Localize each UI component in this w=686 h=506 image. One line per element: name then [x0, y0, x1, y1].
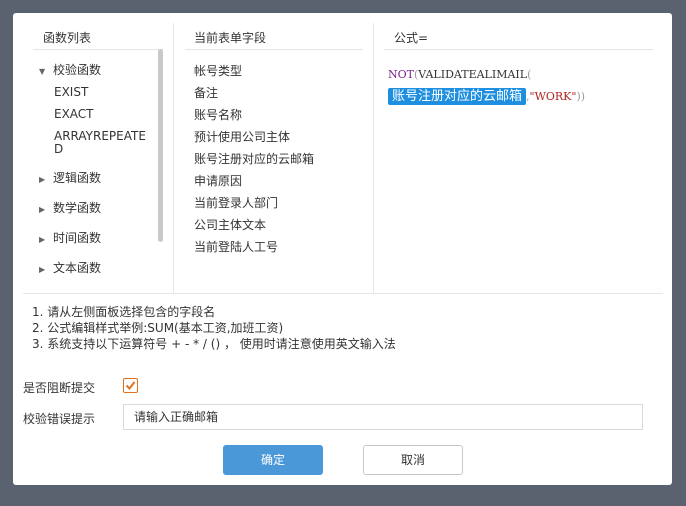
- tree-item-exist[interactable]: EXIST: [54, 86, 88, 99]
- tree-group-label: 时间函数: [53, 231, 102, 245]
- panels-bottom-divider: [23, 293, 663, 294]
- panel-divider-1: [173, 23, 174, 293]
- hint-line-1: 1. 请从左侧面板选择包含的字段名: [32, 305, 216, 319]
- function-tree-scrollbar[interactable]: [158, 49, 163, 242]
- block-submit-checkbox[interactable]: [123, 378, 138, 393]
- error-hint-label: 校验错误提示: [23, 412, 96, 426]
- formula-header-divider: [384, 49, 653, 50]
- formula-field-tag[interactable]: 账号注册对应的云邮箱: [388, 88, 527, 105]
- field-item[interactable]: 预计使用公司主体: [194, 130, 290, 144]
- hint-line-2: 2. 公式编辑样式举例:SUM(基本工资,加班工资): [32, 321, 284, 335]
- tree-group-validation[interactable]: ▼ 校验函数: [39, 61, 101, 79]
- field-item[interactable]: 账号名称: [194, 108, 242, 122]
- formula-function-name: VALIDATEALIMAIL: [418, 68, 528, 81]
- functions-header-divider: [33, 49, 163, 50]
- field-item[interactable]: 备注: [194, 86, 218, 100]
- tree-group-logic[interactable]: ▶ 逻辑函数: [39, 169, 101, 187]
- caret-right-icon: ▶: [39, 205, 46, 214]
- cancel-button[interactable]: 取消: [363, 445, 463, 475]
- tree-item-label-line1: ARRAYREPEATE: [54, 129, 146, 143]
- tree-item-exact[interactable]: EXACT: [54, 108, 94, 121]
- tree-item-label-line2: D: [54, 142, 64, 156]
- checkmark-icon: [125, 381, 136, 391]
- tree-group-label: 逻辑函数: [53, 171, 102, 185]
- formula-paren: )): [576, 90, 586, 103]
- field-item[interactable]: 公司主体文本: [194, 218, 266, 232]
- confirm-button[interactable]: 确定: [223, 445, 323, 475]
- formula-dialog: 函数列表 当前表单字段 公式= ▼ 校验函数 EXIST EXACT ARRAYR…: [13, 13, 672, 485]
- error-hint-input[interactable]: 请输入正确邮箱: [123, 404, 643, 430]
- caret-right-icon: ▶: [39, 265, 46, 274]
- tree-group-text[interactable]: ▶ 文本函数: [39, 259, 101, 277]
- tree-group-label: 文本函数: [53, 261, 102, 275]
- caret-down-icon: ▼: [39, 67, 46, 76]
- tree-group-math[interactable]: ▶ 数学函数: [39, 199, 101, 217]
- block-submit-label: 是否阻断提交: [23, 381, 96, 395]
- formula-paren: (: [527, 68, 532, 81]
- formula-panel-title: 公式=: [394, 31, 429, 45]
- fields-header-divider: [185, 49, 363, 50]
- caret-right-icon: ▶: [39, 175, 46, 184]
- field-item[interactable]: 申请原因: [194, 174, 242, 188]
- field-item[interactable]: 当前登陆人工号: [194, 240, 278, 254]
- tree-group-label: 校验函数: [53, 63, 102, 77]
- field-item[interactable]: 账号注册对应的云邮箱: [194, 152, 314, 166]
- formula-keyword-not: NOT: [388, 68, 414, 81]
- caret-right-icon: ▶: [39, 235, 46, 244]
- formula-string-literal: "WORK": [529, 90, 577, 103]
- hint-line-3: 3. 系统支持以下运算符号 + - * / () ， 使用时请注意使用英文输入法: [32, 337, 396, 351]
- field-item[interactable]: 帐号类型: [194, 64, 242, 78]
- tree-group-time[interactable]: ▶ 时间函数: [39, 229, 101, 247]
- panel-divider-2: [373, 23, 374, 293]
- tree-group-label: 数学函数: [53, 201, 102, 215]
- formula-line-2: 账号注册对应的云邮箱 ,"WORK")): [388, 85, 586, 105]
- functions-panel-title: 函数列表: [43, 31, 92, 45]
- formula-line-1: NOT(VALIDATEALIMAIL(: [388, 68, 531, 81]
- tree-item-arrayrepeated[interactable]: ARRAYREPEATE D: [54, 130, 146, 156]
- fields-panel-title: 当前表单字段: [194, 31, 267, 45]
- field-item[interactable]: 当前登录人部门: [194, 196, 278, 210]
